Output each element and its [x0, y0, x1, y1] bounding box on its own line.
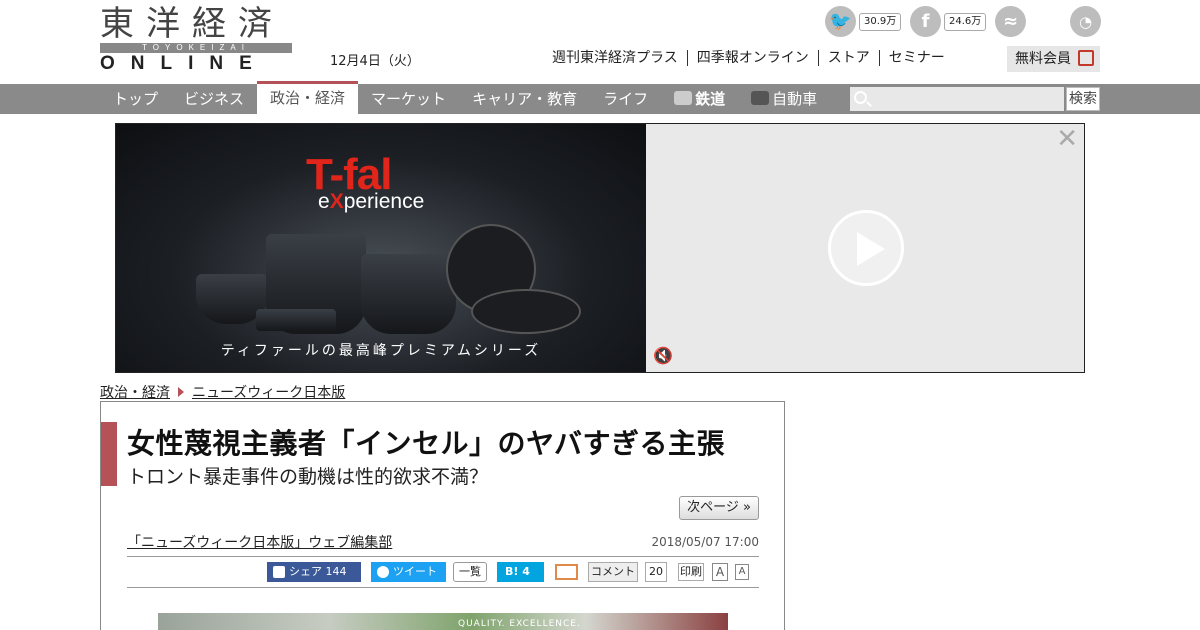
- print-button[interactable]: 印刷: [678, 563, 704, 581]
- logo-band: TOYOKEIZAI: [100, 43, 292, 53]
- mail-icon[interactable]: [555, 564, 578, 580]
- messenger-share[interactable]: ≈: [995, 6, 1026, 37]
- facebook-icon: f: [910, 6, 941, 37]
- breadcrumb-arrow-icon: [178, 387, 184, 397]
- ad-experience-text: eXperience: [318, 190, 425, 213]
- current-date: 12月4日（火）: [330, 54, 420, 69]
- search-input[interactable]: [850, 87, 1064, 111]
- article-title: 女性蔑視主義者「インセル」のヤバすぎる主張: [127, 427, 725, 460]
- article-photo: QUALITY. EXCELLENCE.: [158, 613, 728, 630]
- search-button[interactable]: 検索: [1066, 87, 1100, 111]
- mute-icon[interactable]: 🔇: [653, 346, 673, 365]
- tweet-button[interactable]: ツイート: [371, 562, 446, 582]
- ad-close-button[interactable]: ✕: [1056, 124, 1078, 154]
- rss-icon: ◔: [1070, 6, 1101, 37]
- main-nav: トップ ビジネス 政治・経済 マーケット キャリア・教育 ライフ 鉄道 自動車 …: [0, 81, 1200, 114]
- ad-creative[interactable]: T-fal eXperience ティファールの最高峰プレミアムシリーズ: [116, 124, 646, 372]
- ad-tagline: ティファールの最高峰プレミアムシリーズ: [220, 343, 542, 359]
- messenger-icon: ≈: [995, 6, 1026, 37]
- article-subtitle: トロント暴走事件の動機は性的欲求不満？: [127, 466, 489, 488]
- cookware-pot-3: [361, 254, 456, 334]
- rss-feed[interactable]: ◔: [1070, 6, 1101, 37]
- nav-politics-economy[interactable]: 政治・経済: [257, 81, 359, 114]
- nav-railway-label: 鉄道: [695, 90, 726, 108]
- train-icon: [674, 91, 693, 105]
- nav-life[interactable]: ライフ: [590, 84, 661, 114]
- breadcrumb-subsection[interactable]: ニューズウィーク日本版: [192, 382, 345, 402]
- facebook-count: 24.6万: [944, 12, 987, 31]
- font-size-large-button[interactable]: A: [712, 563, 728, 581]
- font-size-small-button[interactable]: A: [735, 564, 749, 580]
- twitter-icon: [377, 566, 389, 578]
- title-accent-bar: [101, 422, 117, 486]
- top-link-seminar[interactable]: セミナー: [878, 50, 954, 66]
- top-link-shikiho[interactable]: 四季報オンライン: [686, 50, 818, 66]
- nav-market[interactable]: マーケット: [358, 84, 459, 114]
- video-ad[interactable]: T-fal eXperience ティファールの最高峰プレミアムシリーズ 🔇 ✕: [115, 123, 1085, 373]
- cookware-tray: [256, 309, 336, 331]
- top-link-weekly-plus[interactable]: 週刊東洋経済プラス: [552, 50, 687, 66]
- nav-car-label: 自動車: [772, 90, 818, 108]
- logo-online: ONLINE: [100, 53, 268, 74]
- twitter-count: 30.9万: [859, 12, 902, 31]
- article-author[interactable]: 「ニューズウィーク日本版」ウェブ編集部: [127, 532, 392, 552]
- divider: [127, 556, 759, 557]
- top-links: 週刊東洋経済プラス 四季報オンライン ストア セミナー: [552, 50, 954, 66]
- car-icon: [751, 91, 770, 105]
- free-member-label: 無料会員: [1015, 51, 1071, 67]
- breadcrumb-section[interactable]: 政治・経済: [100, 382, 170, 402]
- top-link-store[interactable]: ストア: [817, 50, 879, 66]
- tweet-label: ツイート: [393, 565, 437, 578]
- tweet-list-button[interactable]: 一覧: [453, 562, 487, 582]
- nav-business[interactable]: ビジネス: [171, 84, 257, 114]
- comment-count: 20: [645, 562, 667, 582]
- facebook-icon: [273, 566, 285, 578]
- site-logo[interactable]: 東洋経済 TOYOKEIZAI ONLINE: [100, 6, 292, 74]
- next-page-button[interactable]: 次ページ »: [679, 496, 759, 520]
- facebook-share-label: シェア 144: [289, 565, 347, 578]
- logo-kanji: 東洋経済: [100, 4, 284, 44]
- search-icon: [854, 91, 867, 104]
- nav-railway[interactable]: 鉄道: [661, 84, 738, 114]
- free-member-button[interactable]: 無料会員: [1007, 46, 1100, 72]
- article-timestamp: 2018/05/07 17:00: [651, 535, 759, 549]
- gift-icon: [1078, 50, 1094, 66]
- photo-sign-text: QUALITY. EXCELLENCE.: [458, 619, 581, 629]
- twitter-icon: 🐦: [825, 6, 856, 37]
- hatena-bookmark-button[interactable]: B! 4: [497, 562, 544, 582]
- twitter-follow[interactable]: 🐦 30.9万: [825, 6, 902, 37]
- page: 東洋経済 TOYOKEIZAI ONLINE 12月4日（火） 🐦 30.9万 …: [0, 0, 1200, 630]
- article-card: 女性蔑視主義者「インセル」のヤバすぎる主張 トロント暴走事件の動機は性的欲求不満…: [100, 401, 785, 630]
- comment-button[interactable]: コメント: [588, 562, 638, 582]
- breadcrumb: 政治・経済 ニューズウィーク日本版: [100, 382, 345, 402]
- nav-car[interactable]: 自動車: [738, 84, 830, 114]
- nav-top[interactable]: トップ: [100, 84, 171, 114]
- cookware-pan-2: [471, 289, 581, 334]
- divider: [127, 587, 759, 588]
- facebook-share-button[interactable]: シェア 144: [267, 562, 361, 582]
- nav-career[interactable]: キャリア・教育: [459, 84, 590, 114]
- play-button[interactable]: [828, 210, 904, 286]
- facebook-follow[interactable]: f 24.6万: [910, 6, 987, 37]
